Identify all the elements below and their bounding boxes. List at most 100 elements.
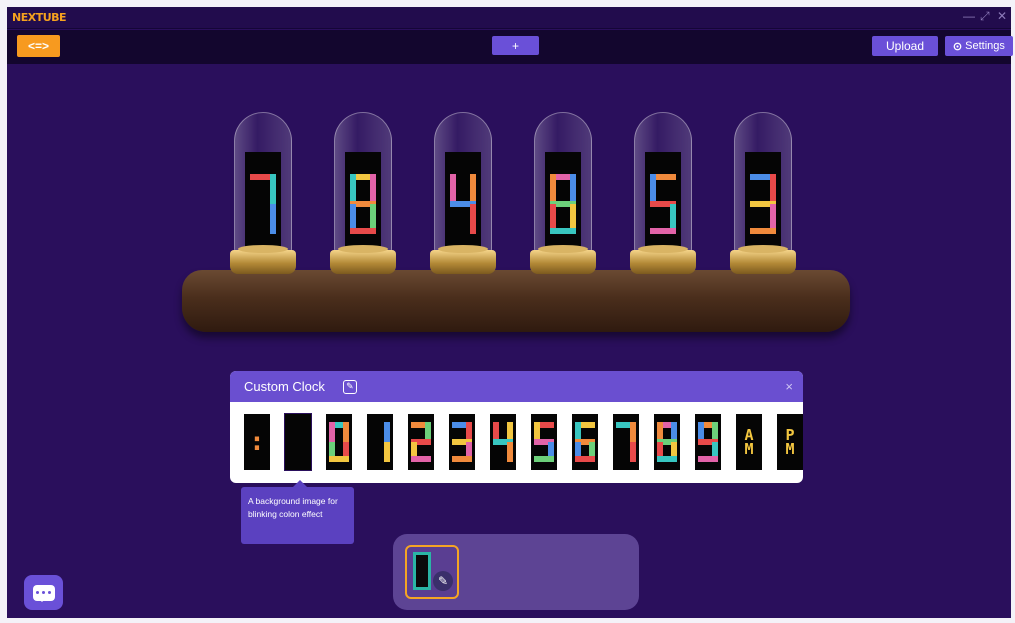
tube-base: [630, 245, 696, 274]
glyph-char: M: [744, 440, 754, 458]
theme-tray: ✎: [393, 534, 639, 610]
nixie-clock-device: [182, 112, 850, 338]
glyph-digit: [698, 422, 718, 467]
glyph-digit: [657, 422, 677, 467]
tube-digit: [650, 174, 676, 234]
gear-icon: [953, 42, 962, 50]
digit-7-glyph: [616, 422, 636, 462]
tube-base: [330, 245, 396, 274]
nixie-tube: [730, 112, 796, 277]
nixie-tube: [230, 112, 296, 277]
window-frame-right: [1011, 0, 1015, 623]
wooden-base: [182, 270, 850, 332]
glyph-item[interactable]: [367, 414, 393, 470]
glyph-digit: [493, 422, 513, 467]
tooltip: A background image for blinking colon ef…: [241, 480, 354, 544]
glyph-item[interactable]: [408, 414, 434, 470]
glyph-item[interactable]: [490, 414, 516, 470]
window-frame-bottom: [0, 618, 1015, 623]
glyph-digit: [575, 422, 595, 467]
glyph-digit: [329, 422, 349, 467]
glyph-digit: [616, 422, 636, 467]
tube-base: [430, 245, 496, 274]
tube-digit: [250, 174, 276, 234]
glyph-digit: [534, 422, 554, 467]
maximize-button[interactable]: ⤢: [980, 9, 990, 24]
digit-0-glyph: [329, 422, 349, 462]
glyph-item[interactable]: [572, 414, 598, 470]
minimize-button[interactable]: —: [963, 9, 975, 23]
digit-2-glyph: [411, 422, 431, 462]
digit-8-glyph: [550, 174, 576, 234]
glyph-char: M: [785, 440, 795, 458]
glyph-item[interactable]: [531, 414, 557, 470]
settings-label: Settings: [965, 40, 1005, 52]
digit-5-glyph: [534, 422, 554, 462]
nixie-tube: [430, 112, 496, 277]
tube-screen: [245, 152, 281, 248]
toolbar: <=> + Upload Settings: [7, 30, 1013, 64]
app-logo: NEXTUBE: [12, 11, 67, 24]
digit-5-glyph: [650, 174, 676, 234]
mini-digit-icon: [413, 552, 431, 590]
glyph-item[interactable]: [449, 414, 475, 470]
tube-base: [530, 245, 596, 274]
digit-1-glyph: [384, 422, 390, 462]
tube-screen: [745, 152, 781, 248]
upload-button[interactable]: Upload: [872, 36, 938, 56]
edit-badge-icon: ✎: [433, 571, 453, 591]
chat-bubble-icon: [32, 584, 55, 602]
digit-4-glyph: [450, 174, 476, 234]
digit-3-glyph: [452, 422, 472, 462]
settings-button[interactable]: Settings: [945, 36, 1013, 56]
glyph-label: :: [249, 427, 265, 457]
glyph-item[interactable]: :: [244, 414, 270, 470]
tube-screen: [545, 152, 581, 248]
glyph-item[interactable]: [695, 414, 721, 470]
digit-4-glyph: [493, 422, 513, 462]
chat-button[interactable]: [24, 575, 63, 610]
glyph-label: PM: [777, 414, 803, 470]
glyph-item[interactable]: AM: [736, 414, 762, 470]
glyph-digit: [411, 422, 431, 467]
glyph-digit: [452, 422, 472, 467]
tube-screen: [645, 152, 681, 248]
digit-3-glyph: [750, 174, 776, 234]
nixie-tube: [330, 112, 396, 277]
glyph-item[interactable]: [613, 414, 639, 470]
digit-7-glyph: [250, 174, 276, 234]
digit-6-glyph: [575, 422, 595, 462]
close-window-button[interactable]: ✕: [997, 9, 1007, 23]
digit-9-glyph: [698, 422, 718, 462]
theme-thumbnail[interactable]: ✎: [405, 545, 459, 599]
custom-clock-panel: Custom Clock ✎ × : AM PM: [230, 371, 803, 483]
tube-screen: [345, 152, 381, 248]
tube-screen: [445, 152, 481, 248]
tube-base: [730, 245, 796, 274]
glyph-label: AM: [736, 414, 762, 470]
window-frame-top: [0, 0, 1015, 7]
glyph-label: [285, 414, 311, 470]
window-frame-left: [0, 0, 7, 623]
title-bar: NEXTUBE — ⤢ ✕: [7, 7, 1011, 29]
tube-digit: [750, 174, 776, 234]
swap-button[interactable]: <=>: [17, 35, 60, 57]
nixie-tube: [530, 112, 596, 277]
glyph-item[interactable]: PM: [777, 414, 803, 470]
tube-digit: [550, 174, 576, 234]
digit-8-glyph: [350, 174, 376, 234]
tube-base: [230, 245, 296, 274]
digit-8-glyph: [657, 422, 677, 462]
close-panel-button[interactable]: ×: [785, 379, 793, 394]
nixie-tube: [630, 112, 696, 277]
glyph-list: : AM PM: [244, 413, 803, 471]
add-button[interactable]: +: [492, 36, 539, 55]
edit-icon[interactable]: ✎: [342, 379, 357, 394]
panel-title: Custom Clock: [244, 379, 325, 394]
tube-digit: [350, 174, 376, 234]
glyph-item[interactable]: [284, 413, 312, 471]
tube-digit: [450, 174, 476, 234]
glyph-item[interactable]: [326, 414, 352, 470]
glyph-digit: [370, 422, 390, 467]
glyph-item[interactable]: [654, 414, 680, 470]
